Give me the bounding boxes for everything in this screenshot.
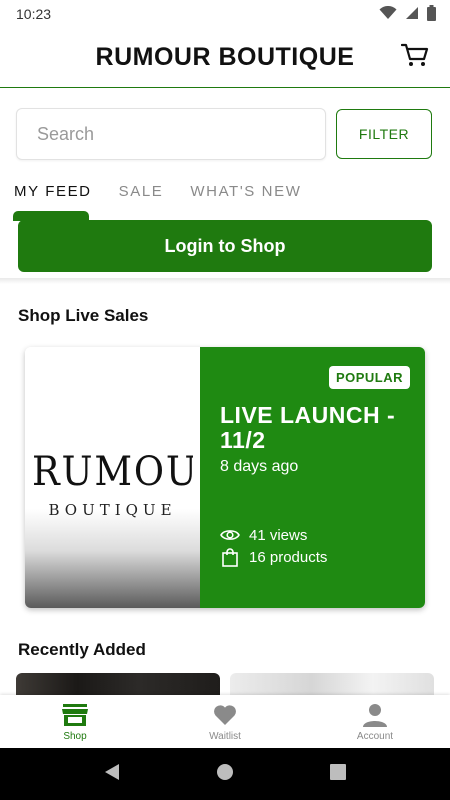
back-icon[interactable] bbox=[104, 763, 120, 786]
live-sale-image: RUMOUR BOUTIQUE bbox=[25, 347, 200, 608]
views-stat: 41 views bbox=[220, 525, 307, 545]
nav-waitlist-label: Waitlist bbox=[209, 730, 241, 742]
login-to-shop-button[interactable]: Login to Shop bbox=[18, 220, 432, 272]
app-header: RUMOUR BOUTIQUE bbox=[0, 28, 450, 88]
home-icon[interactable] bbox=[216, 763, 234, 786]
shopping-bag-icon bbox=[220, 547, 240, 567]
status-time: 10:23 bbox=[16, 6, 52, 22]
cart-icon bbox=[400, 42, 429, 73]
nav-shop-label: Shop bbox=[63, 730, 87, 742]
popular-badge: POPULAR bbox=[328, 366, 410, 389]
live-sale-time: 8 days ago bbox=[220, 458, 299, 475]
header-divider-shadow bbox=[0, 278, 450, 284]
recent-product-thumbnail[interactable] bbox=[16, 673, 220, 695]
search-input[interactable] bbox=[37, 123, 305, 145]
eye-icon bbox=[220, 525, 240, 545]
system-navigation-bar bbox=[0, 748, 450, 800]
status-bar: 10:23 bbox=[0, 0, 450, 28]
bottom-navigation: Shop Waitlist Account bbox=[0, 695, 450, 748]
nav-account[interactable]: Account bbox=[300, 695, 450, 748]
status-icons bbox=[379, 4, 436, 24]
battery-icon bbox=[427, 4, 436, 24]
filter-button[interactable]: FILTER bbox=[336, 109, 432, 159]
recent-product-thumbnail[interactable] bbox=[230, 673, 434, 695]
live-sales-heading: Shop Live Sales bbox=[18, 306, 149, 325]
nav-waitlist[interactable]: Waitlist bbox=[150, 695, 300, 748]
logo-wordmark: RUMOUR bbox=[32, 449, 193, 495]
nav-shop[interactable]: Shop bbox=[0, 695, 150, 748]
live-sale-card[interactable]: RUMOUR BOUTIQUE POPULAR LIVE LAUNCH - 11… bbox=[25, 347, 425, 608]
heart-icon bbox=[212, 702, 238, 728]
store-icon bbox=[62, 702, 88, 728]
nav-account-label: Account bbox=[356, 730, 394, 742]
live-sale-title: LIVE LAUNCH - 11/2 bbox=[220, 402, 396, 453]
wifi-icon bbox=[379, 5, 397, 23]
live-sale-info: POPULAR LIVE LAUNCH - 11/2 8 days ago 41… bbox=[200, 347, 425, 608]
search-box[interactable] bbox=[16, 108, 326, 160]
tab-my-feed[interactable]: MY FEED bbox=[14, 176, 92, 206]
recents-icon[interactable] bbox=[330, 763, 346, 785]
logo-subtitle: BOUTIQUE bbox=[48, 501, 177, 519]
views-count: 41 views bbox=[249, 526, 308, 544]
tab-sale[interactable]: SALE bbox=[119, 176, 164, 206]
cart-button[interactable] bbox=[400, 42, 430, 72]
products-stat: 16 products bbox=[220, 547, 327, 567]
products-count: 16 products bbox=[249, 548, 328, 566]
recently-added-heading: Recently Added bbox=[18, 640, 146, 659]
person-icon bbox=[362, 702, 388, 728]
signal-icon bbox=[405, 6, 419, 23]
tab-whats-new[interactable]: WHAT'S NEW bbox=[190, 176, 301, 206]
app-title: RUMOUR BOUTIQUE bbox=[95, 43, 355, 71]
feed-tabs: MY FEED SALE WHAT'S NEW bbox=[14, 176, 328, 206]
